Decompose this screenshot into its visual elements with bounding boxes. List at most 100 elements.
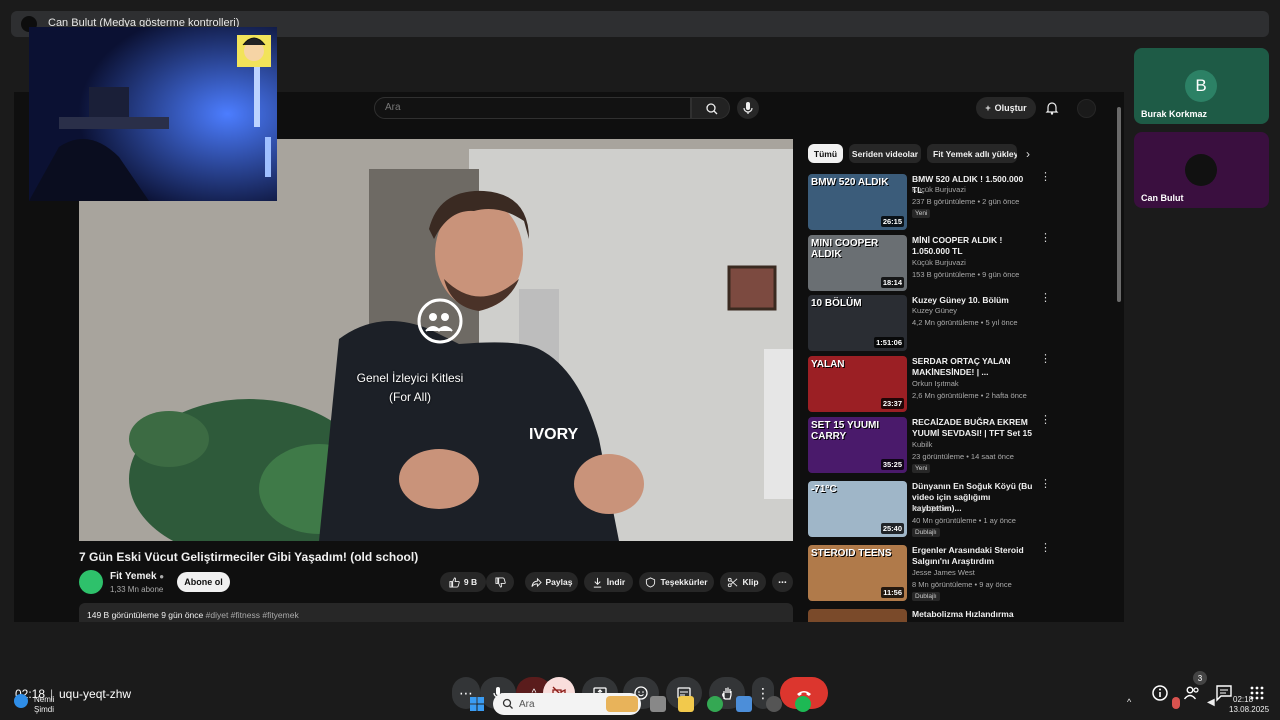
recommendation-thumbnail[interactable]: YALAN 23:37	[808, 356, 907, 412]
task-view-icon[interactable]	[650, 696, 666, 712]
self-view-camera[interactable]	[29, 27, 277, 201]
recommendation-channel[interactable]: Küçük Burjuvazi	[912, 185, 966, 194]
dislike-button[interactable]	[486, 572, 514, 592]
recommendation-channel[interactable]: Küçük Burjuvazi	[912, 258, 966, 267]
recommendation-thumbnail[interactable]	[808, 609, 907, 622]
recommendation-meta: 237 B görüntüleme • 2 gün önce	[912, 197, 1020, 206]
weather-time: Şimdi	[34, 705, 55, 714]
subscribe-button[interactable]: Abone ol	[177, 572, 230, 592]
clip-label: Klip	[742, 577, 759, 587]
meeting-code[interactable]: uqu-yeqt-zhw	[59, 687, 131, 701]
recommendation-item[interactable]: BMW 520 ALDIK 26:15 BMW 520 ALDIK ! 1.500.…	[808, 172, 1053, 232]
more-vertical-icon[interactable]: ⋮	[1040, 543, 1051, 554]
video-duration: 23:37	[880, 398, 904, 409]
thumbnail-text: MINI COOPER ALDIK	[811, 238, 879, 260]
channel-avatar[interactable]	[79, 570, 103, 594]
recommendation-title[interactable]: RECAİZADE BUĞRA EKREM YUUMİ SEVDASI! | T…	[912, 417, 1034, 439]
search-icon	[502, 697, 514, 709]
weather-icon[interactable]	[14, 694, 28, 708]
participant-avatar	[1185, 154, 1217, 186]
recommendation-item[interactable]: YALAN 23:37 SERDAR ORTAÇ YALAN MAKİNESİNDE…	[808, 354, 1053, 414]
video-tags[interactable]: #diyet #fitness #fityemek	[206, 610, 299, 620]
more-vertical-icon[interactable]: ⋮	[1040, 172, 1051, 183]
clock-time[interactable]: 02:18	[1233, 695, 1253, 704]
clock-date[interactable]: 13.08.2025	[1229, 705, 1269, 714]
recommendation-channel[interactable]: Kuzey Güney	[912, 306, 957, 315]
store-icon[interactable]	[736, 696, 752, 712]
chip-uploader[interactable]: Fit Yemek adlı yükleyiciden	[927, 144, 1017, 163]
recommendation-meta: 23 görüntüleme • 14 saat önce	[912, 452, 1014, 461]
like-button[interactable]: 9 B	[440, 572, 486, 592]
video-duration: 26:15	[880, 216, 904, 227]
channel-name[interactable]: Fit Yemek ●	[110, 571, 164, 582]
people-icon[interactable]	[1183, 684, 1201, 702]
recommendation-item[interactable]: 10 BÖLÜM 1:51:06 Kuzey Güney 10. Bölüm Kuze…	[808, 293, 1053, 353]
clip-button[interactable]: Klip	[720, 572, 766, 592]
account-avatar[interactable]	[1077, 99, 1096, 118]
chevron-right-icon[interactable]: ›	[1026, 147, 1030, 161]
recommendation-item[interactable]: MINI COOPER ALDIK 18:14 MİNİ COOPER ALDIK …	[808, 233, 1053, 293]
audience-overlay-line1: Genel İzleyici Kitlesi	[356, 371, 464, 385]
youtube-search-button[interactable]	[691, 97, 730, 119]
participant-tile-can[interactable]: Can Bulut	[1134, 132, 1269, 208]
youtube-search-input[interactable]	[374, 97, 691, 119]
voice-search-button[interactable]	[737, 97, 759, 119]
chrome-icon[interactable]	[707, 696, 723, 712]
chat-icon[interactable]	[1215, 684, 1233, 702]
more-vertical-icon[interactable]: ⋮	[1040, 354, 1051, 365]
recommendation-item[interactable]: STEROID TEENS 11:56 Ergenler Arasındaki St…	[808, 543, 1053, 603]
video-duration: 1:51:06	[874, 337, 904, 348]
recommendation-thumbnail[interactable]: -71°C 25:40	[808, 481, 907, 537]
chip-series[interactable]: Seriden videolar	[849, 144, 921, 163]
subscriber-count: 1,33 Mn abone	[110, 585, 164, 594]
meeting-details-icon[interactable]	[1151, 684, 1169, 702]
search-icon	[706, 103, 718, 115]
more-vertical-icon[interactable]: ⋮	[1040, 293, 1051, 304]
recommendation-meta: 153 B görüntüleme • 9 gün önce	[912, 270, 1020, 279]
download-label: İndir	[606, 577, 626, 587]
speaker-icon[interactable]: ◀	[1207, 697, 1215, 708]
recommendation-title[interactable]: SERDAR ORTAÇ YALAN MAKİNESİNDE! | ...	[912, 356, 1034, 378]
spotify-icon[interactable]	[795, 696, 811, 712]
participant-avatar: B	[1185, 70, 1217, 102]
windows-start-icon[interactable]	[469, 696, 485, 712]
recommendation-thumbnail[interactable]: MINI COOPER ALDIK 18:14	[808, 235, 907, 291]
recommendation-item[interactable]: Metabolizma Hızlandırma	[808, 609, 1053, 622]
recommendation-title[interactable]: Metabolizma Hızlandırma	[912, 609, 1034, 620]
more-vertical-icon[interactable]: ⋮	[1040, 479, 1051, 490]
recommendation-thumbnail[interactable]: SET 15 YUUMI CARRY 35:25	[808, 417, 907, 473]
mic-tray-icon[interactable]	[1172, 697, 1180, 709]
thanks-button[interactable]: Teşekkürler	[639, 572, 714, 592]
channel-name-text: Fit Yemek	[110, 571, 157, 582]
recommendation-channel[interactable]: Ruhi Çenet	[912, 504, 950, 513]
audience-overlay-line2: (For All)	[389, 390, 431, 404]
more-vertical-icon[interactable]: ⋮	[1040, 233, 1051, 244]
recommendation-channel[interactable]: Jesse James West	[912, 568, 975, 577]
share-button[interactable]: Paylaş	[525, 572, 578, 592]
chip-all[interactable]: Tümü	[808, 144, 843, 163]
tray-chevron-up-icon[interactable]: ^	[1127, 697, 1131, 707]
recommendation-title[interactable]: Kuzey Güney 10. Bölüm	[912, 295, 1034, 306]
recommendation-thumbnail[interactable]: BMW 520 ALDIK 26:15	[808, 174, 907, 230]
recommendation-channel[interactable]: Orkun Işıtmak	[912, 379, 959, 388]
recommendation-item[interactable]: SET 15 YUUMI CARRY 35:25 RECAİZADE BUĞRA E…	[808, 415, 1053, 475]
notifications-bell-icon[interactable]	[1044, 100, 1060, 116]
recommendation-title[interactable]: Ergenler Arasındaki Steroid Salgını'nı A…	[912, 545, 1034, 567]
share-label: Paylaş	[545, 577, 573, 587]
recommendation-item[interactable]: -71°C 25:40 Dünyanın En Soğuk Köyü (Bu vid…	[808, 479, 1053, 539]
file-explorer-icon[interactable]	[678, 696, 694, 712]
video-duration: 11:56	[881, 587, 904, 598]
more-vertical-icon[interactable]: ⋮	[1040, 415, 1051, 426]
like-count: 9 B	[463, 577, 478, 587]
recommendation-thumbnail[interactable]: STEROID TEENS 11:56	[808, 545, 907, 601]
app-icon[interactable]	[766, 696, 782, 712]
page-scrollbar[interactable]	[1117, 97, 1121, 617]
download-button[interactable]: İndir	[584, 572, 633, 592]
more-actions-button[interactable]: ⋯	[772, 572, 793, 592]
recommendation-channel[interactable]: Kubilk	[912, 440, 932, 449]
participant-tile-burak[interactable]: B Burak Korkmaz	[1134, 48, 1269, 124]
create-button[interactable]: + Oluştur	[976, 97, 1036, 119]
recommendation-thumbnail[interactable]: 10 BÖLÜM 1:51:06	[808, 295, 907, 351]
scrollbar-thumb[interactable]	[1117, 107, 1121, 302]
recommendation-title[interactable]: MİNİ COOPER ALDIK ! 1.050.000 TL	[912, 235, 1034, 257]
